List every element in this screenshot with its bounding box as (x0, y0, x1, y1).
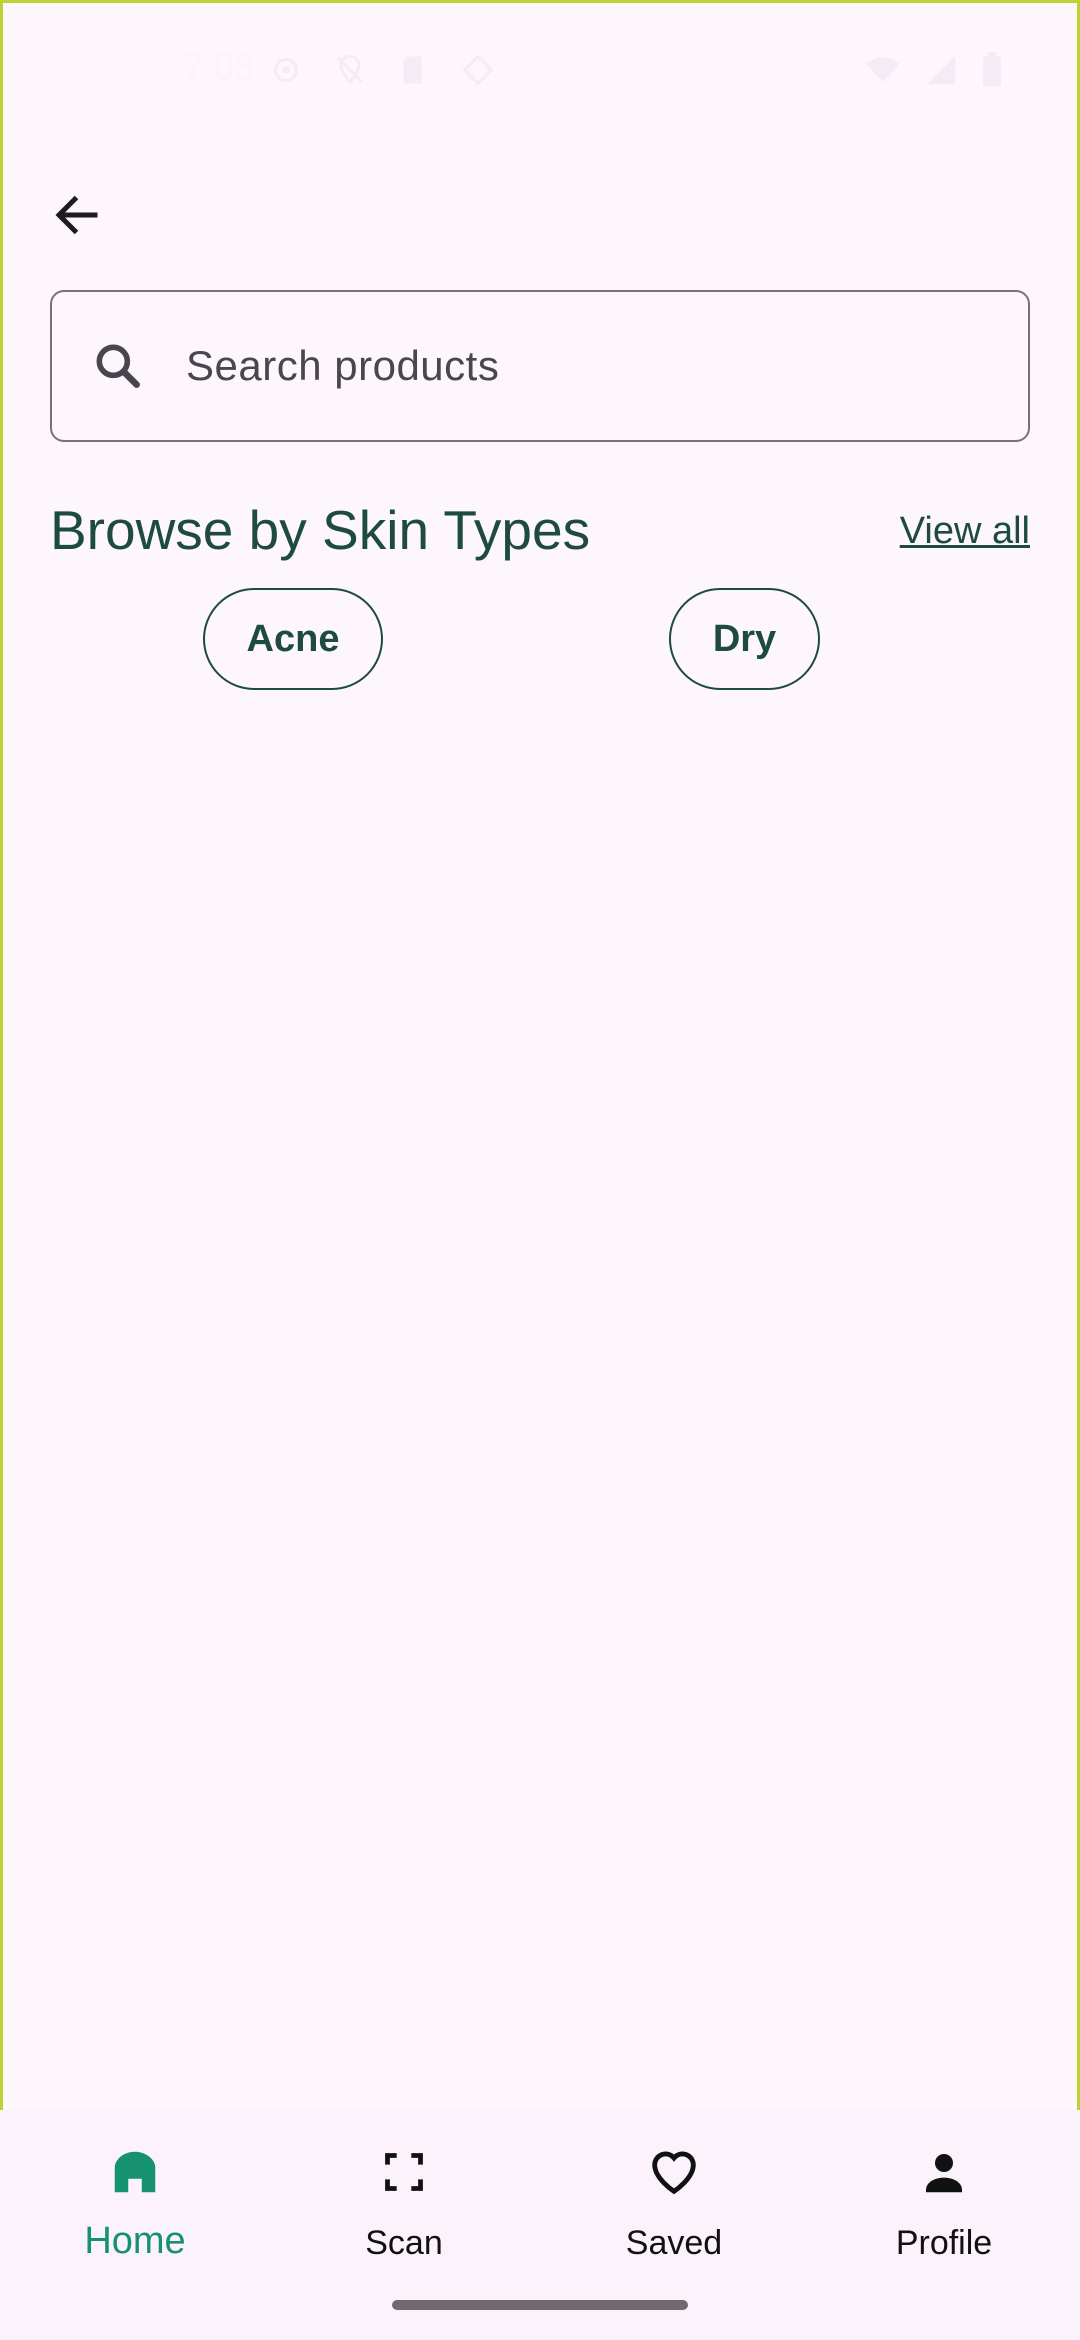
nav-label-saved: Saved (625, 2224, 723, 2262)
status-icons-right (864, 52, 1004, 88)
nav-item-saved[interactable]: Saved (574, 2136, 774, 2276)
status-time: 7:08 (184, 46, 255, 87)
home-icon (108, 2136, 162, 2208)
crosshair-icon (460, 52, 496, 88)
nav-item-home[interactable]: Home (35, 2136, 235, 2276)
nav-label-scan: Scan (365, 2224, 443, 2262)
scan-icon (382, 2136, 426, 2208)
home-indicator[interactable] (392, 2300, 688, 2310)
search-placeholder: Search products (186, 342, 500, 389)
battery-icon (980, 52, 1004, 88)
heart-icon (645, 2136, 703, 2208)
section-title: Browse by Skin Types (50, 499, 591, 561)
nav-item-profile[interactable]: Profile (844, 2136, 1044, 2276)
chip-acne[interactable]: Acne (203, 588, 383, 690)
person-icon (917, 2136, 971, 2208)
status-icons-left (268, 52, 496, 88)
search-icon (90, 338, 146, 394)
settings-icon (268, 52, 304, 88)
view-all-link[interactable]: View all (900, 510, 1030, 553)
nav-label-home: Home (84, 2220, 186, 2262)
nav-label-profile: Profile (895, 2224, 993, 2262)
sd-card-icon (396, 52, 432, 88)
back-button[interactable] (40, 180, 114, 254)
arrow-back-icon (50, 188, 104, 247)
nav-item-scan[interactable]: Scan (304, 2136, 504, 2276)
search-input[interactable]: Search products (50, 290, 1030, 442)
status-bar: 7:08 (0, 0, 1080, 140)
signal-icon (924, 52, 958, 88)
chip-dry[interactable]: Dry (669, 588, 820, 690)
wifi-icon (864, 52, 902, 88)
location-off-icon (332, 52, 368, 88)
